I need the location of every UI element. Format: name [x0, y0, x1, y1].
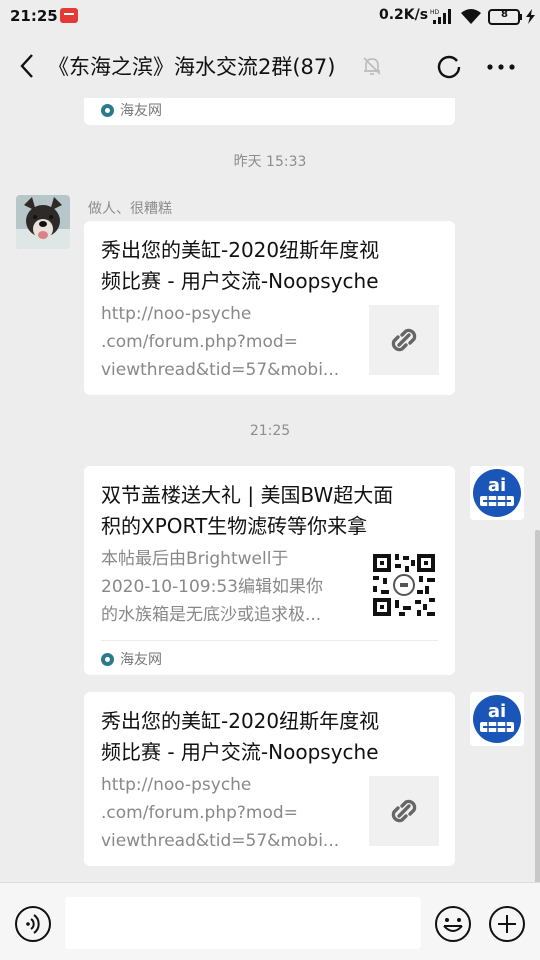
card-title: 秀出您的美缸-2020纽斯年度视 — [101, 709, 380, 733]
card-description: viewthread&tid=57&mobi... — [101, 831, 340, 851]
card-source: 海友网 — [101, 100, 162, 120]
ai-logo-icon: ai — [470, 466, 524, 520]
emoji-icon — [435, 906, 471, 942]
card-description: .com/forum.php?mod= — [101, 332, 298, 352]
card-thumbnail — [369, 550, 439, 620]
card-thumbnail — [369, 305, 439, 375]
status-time: 21:25 — [10, 7, 58, 25]
card-description: 2020-10-109:53编辑如果你 — [101, 577, 323, 597]
link-icon — [391, 799, 417, 823]
avatar[interactable]: ai — [470, 692, 524, 746]
link-icon — [391, 328, 417, 352]
card-description: .com/forum.php?mod= — [101, 803, 298, 823]
emoji-button[interactable] — [434, 905, 472, 943]
timestamp: 21:25 — [249, 423, 291, 439]
svg-text:ai: ai — [488, 475, 506, 496]
card-thumbnail — [369, 776, 439, 846]
card-title: 频比赛 - 用户交流-Noopsyche — [101, 269, 379, 293]
card-description: 的水族箱是无底沙或追求极... — [101, 605, 322, 625]
qr-code-icon — [373, 554, 435, 616]
back-arrow-icon — [20, 54, 33, 78]
more-button[interactable] — [486, 53, 516, 81]
svg-text:HD: HD — [430, 9, 440, 16]
card-source: 海友网 — [101, 649, 162, 669]
notification-icon — [60, 8, 78, 23]
card-title: 积的XPORT生物滤砖等你来拿 — [101, 514, 368, 538]
link-card[interactable]: 秀出您的美缸-2020纽斯年度视 频比赛 - 用户交流-Noopsyche ht… — [84, 692, 455, 866]
more-icon — [487, 64, 515, 70]
svg-text:ai: ai — [488, 701, 506, 722]
input-bar — [0, 882, 540, 960]
card-description: http://noo-psyche — [101, 304, 252, 324]
refresh-icon — [437, 55, 461, 79]
link-card[interactable]: 秀出您的美缸-2020纽斯年度视 频比赛 - 用户交流-Noopsyche ht… — [84, 221, 455, 395]
site-logo-icon — [101, 104, 114, 117]
battery-level: 8 — [501, 9, 508, 20]
link-card[interactable]: 双节盖楼送大礼 | 美国BW超大面 积的XPORT生物滤砖等你来拿 本帖最后由B… — [84, 466, 455, 675]
plus-icon — [489, 906, 525, 942]
voice-icon — [15, 906, 51, 942]
card-description: viewthread&tid=57&mobi... — [101, 360, 340, 380]
card-description: http://noo-psyche — [101, 775, 252, 795]
timestamp: 昨天 15:33 — [233, 154, 307, 170]
card-title: 秀出您的美缸-2020纽斯年度视 — [101, 238, 380, 262]
chat-title: 《东海之滨》海水交流2群(87) — [48, 55, 336, 79]
message-list[interactable]: 海友网 昨天 15:33 做人、很糟糕 秀出您的美缸-2020纽斯年度视 频比赛… — [0, 98, 540, 882]
card-title: 双节盖楼送大礼 | 美国BW超大面 — [101, 483, 394, 507]
status-bar: 21:25 0.2K/s HD 8 — [0, 0, 540, 34]
signal-icon: HD — [430, 9, 451, 24]
dog-avatar-icon — [16, 195, 70, 249]
voice-button[interactable] — [14, 905, 52, 943]
wifi-icon — [461, 9, 481, 24]
message-input[interactable] — [65, 897, 421, 949]
divider — [101, 640, 438, 641]
site-logo-icon — [101, 653, 114, 666]
chat-header: 《东海之滨》海水交流2群(87) — [0, 34, 540, 98]
plus-button[interactable] — [488, 905, 526, 943]
charging-icon — [526, 9, 535, 24]
back-button[interactable] — [14, 50, 44, 82]
network-speed: 0.2K/s — [379, 7, 429, 23]
mute-bell-icon — [363, 57, 381, 75]
scrollbar[interactable] — [535, 530, 540, 886]
sender-name: 做人、很糟糕 — [88, 201, 172, 217]
card-title: 频比赛 - 用户交流-Noopsyche — [101, 740, 379, 764]
avatar[interactable]: ai — [470, 466, 524, 520]
link-card[interactable]: 海友网 — [84, 98, 455, 125]
ai-logo-icon: ai — [470, 692, 524, 746]
card-description: 本帖最后由Brightwell于 — [101, 549, 289, 569]
avatar[interactable] — [16, 195, 70, 249]
refresh-button[interactable] — [435, 53, 463, 81]
